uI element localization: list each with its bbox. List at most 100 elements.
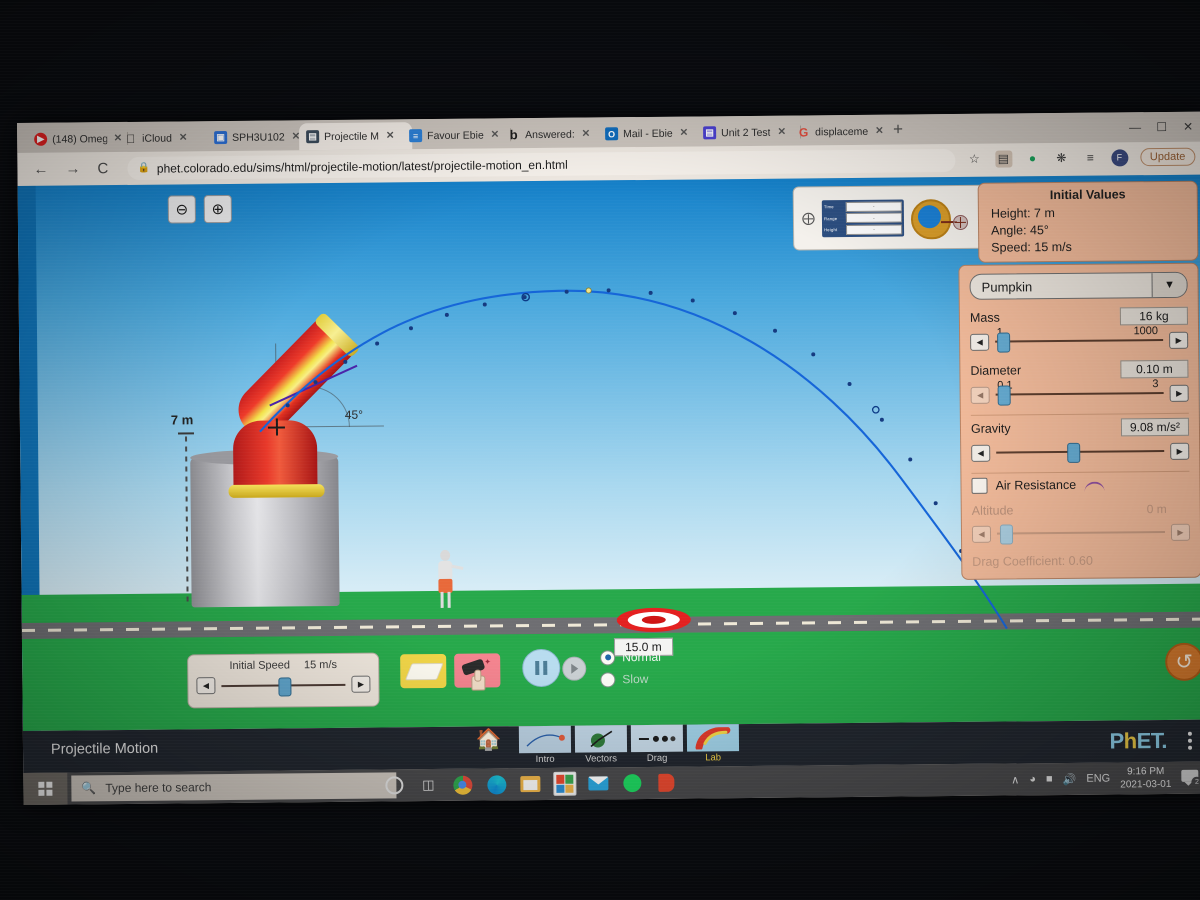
media-list-icon[interactable]: ≡ — [1082, 149, 1099, 166]
tab-close-icon[interactable]: ✕ — [179, 132, 187, 143]
initial-speed-increment-button[interactable]: ▶ — [351, 675, 371, 693]
step-forward-icon[interactable] — [562, 656, 587, 681]
chrome-icon[interactable] — [449, 772, 475, 798]
air-resistance-checkbox-row[interactable]: Air Resistance — [971, 476, 1189, 494]
classroom-icon: ▣ — [214, 130, 228, 145]
grammarly-icon[interactable]: ● — [1024, 150, 1041, 167]
browser-tab-projectile-motion[interactable]: ▤ Projectile M ✕ — [299, 122, 413, 151]
radio-slow-dot[interactable] — [600, 671, 616, 687]
cannon[interactable]: 45° — [219, 311, 395, 498]
spotify-icon[interactable] — [619, 770, 645, 796]
photo-of-monitor: ▶ (148) Omeg ✕  iCloud ✕ ▣ SPH3U102 ✕ ▤… — [0, 0, 1200, 900]
notifications-icon[interactable]: 2 — [1181, 769, 1200, 788]
diameter-increment-button[interactable]: ▶ — [1169, 384, 1189, 402]
air-resistance-checkbox[interactable] — [971, 477, 988, 494]
office-icon[interactable] — [653, 770, 679, 796]
window-minimize-button[interactable]: — — [1129, 120, 1141, 134]
forward-button[interactable]: → — [65, 160, 80, 177]
update-button[interactable]: Update — [1139, 147, 1196, 167]
reset-all-icon[interactable]: ↺ — [1165, 642, 1200, 682]
zoom-controls: ⊖ ⊕ — [167, 194, 232, 224]
microsoft-store-icon[interactable] — [551, 771, 577, 797]
gravity-increment-button[interactable]: ▶ — [1170, 442, 1190, 460]
edge-icon[interactable] — [483, 771, 509, 797]
tab-lab[interactable]: Lab — [686, 724, 740, 766]
diameter-slider[interactable]: 0.1 3 — [995, 378, 1164, 406]
mass-slider-knob[interactable] — [996, 332, 1010, 353]
measuring-tape-icon[interactable] — [910, 197, 969, 240]
home-screen-button[interactable]: 🏠 — [463, 726, 515, 768]
reload-button[interactable]: C — [97, 160, 108, 177]
gravity-slider[interactable] — [996, 443, 1165, 464]
browser-tab-icloud[interactable]:  iCloud ✕ — [117, 124, 219, 152]
zoom-in-icon[interactable]: ⊕ — [203, 194, 232, 224]
wifi-icon[interactable]: ◕ — [1029, 773, 1036, 785]
clock[interactable]: 9:16 PM 2021-03-01 — [1120, 765, 1171, 791]
tray-expand-icon[interactable]: ∧ — [1011, 773, 1019, 786]
diameter-slider-knob[interactable] — [997, 385, 1011, 406]
browser-tab-answered[interactable]: b Answered: ✕ — [500, 120, 610, 148]
gravity-decrement-button[interactable]: ◀ — [971, 444, 991, 462]
tab-close-icon[interactable]: ✕ — [582, 128, 590, 139]
phet-logo[interactable]: PhET. — [1109, 728, 1167, 755]
target-bullseye[interactable] — [616, 607, 691, 633]
eraser-icon[interactable] — [400, 653, 447, 689]
volume-icon[interactable]: 🔊 — [1063, 772, 1077, 785]
new-tab-button[interactable]: + — [893, 119, 903, 138]
mass-increment-button[interactable]: ▶ — [1169, 331, 1189, 349]
browser-tab-unit2-test[interactable]: ▤ Unit 2 Test ✕ — [696, 118, 802, 146]
extensions-icon[interactable]: ❋ — [1053, 149, 1070, 166]
projectile-type-dropdown[interactable]: Pumpkin ▼ — [969, 271, 1188, 300]
tab-drag[interactable]: Drag — [630, 724, 684, 767]
initial-height-line: Height: 7 m — [990, 205, 1055, 221]
tab-intro[interactable]: Intro — [518, 725, 572, 768]
measurement-readout[interactable]: Time - Range - Height - — [821, 198, 905, 237]
pause-icon[interactable] — [522, 648, 561, 688]
address-bar[interactable]: 🔒 phet.colorado.edu/sims/html/projectile… — [127, 148, 956, 180]
language-indicator[interactable]: ENG — [1086, 773, 1110, 785]
initial-speed-decrement-button[interactable]: ◀ — [196, 677, 216, 695]
gravity-slider-knob[interactable] — [1066, 443, 1080, 464]
tab-close-icon[interactable]: ✕ — [386, 130, 394, 141]
cortana-icon[interactable] — [381, 772, 407, 798]
mass-decrement-button[interactable]: ◀ — [970, 333, 990, 351]
radio-normal[interactable]: Normal — [600, 646, 661, 669]
windows-start-icon[interactable] — [23, 772, 68, 805]
youtube-icon: ▶ — [34, 132, 48, 146]
mail-icon[interactable] — [585, 770, 611, 796]
simulation-canvas: ⊖ ⊕ ⨁ Time - Range - Height - 7 m 45° 15… — [17, 174, 1200, 731]
tab-vectors[interactable]: Vectors — [574, 725, 628, 767]
initial-speed-slider[interactable] — [221, 676, 346, 697]
radio-slow[interactable]: Slow — [600, 668, 661, 691]
browser-tab-favour-ebie[interactable]: ≡ Favour Ebie ✕ — [402, 121, 512, 149]
cannon-pivot-crosshair[interactable] — [268, 418, 285, 435]
address-bar-url: phet.colorado.edu/sims/html/projectile-m… — [156, 157, 568, 176]
window-close-button[interactable]: ✕ — [1183, 120, 1193, 134]
crosshair-icon[interactable]: ⨁ — [802, 210, 815, 226]
mass-slider[interactable]: 1 1000 — [995, 325, 1164, 353]
chevron-down-icon[interactable]: ▼ — [1151, 272, 1187, 298]
tab-close-icon[interactable]: ✕ — [680, 128, 688, 139]
browser-tab-sph3u102[interactable]: ▣ SPH3U102 ✕ — [207, 123, 311, 151]
zoom-out-icon[interactable]: ⊖ — [167, 195, 196, 224]
browser-tab-displacement[interactable]: G displaceme ✕ — [790, 118, 899, 146]
profile-icon[interactable]: F — [1110, 148, 1128, 167]
file-explorer-icon[interactable] — [517, 771, 543, 797]
radio-normal-dot[interactable] — [600, 649, 616, 665]
diameter-decrement-button[interactable]: ◀ — [970, 386, 990, 404]
initial-speed-slider-knob[interactable] — [278, 676, 292, 697]
star-icon[interactable]: ☆ — [966, 150, 983, 167]
task-view-icon[interactable]: ◫ — [415, 772, 441, 798]
reading-list-icon[interactable]: ▤ — [994, 149, 1012, 168]
kebab-menu-icon[interactable] — [1187, 731, 1193, 750]
browser-tab-youtube[interactable]: ▶ (148) Omeg ✕ — [27, 125, 129, 153]
search-input[interactable]: 🔍 Type here to search — [71, 772, 397, 802]
browser-tab-mail[interactable]: O Mail - Ebie ✕ — [598, 119, 708, 147]
back-button[interactable]: ← — [33, 161, 48, 178]
window-maximize-button[interactable]: ☐ — [1156, 120, 1167, 134]
tab-close-icon[interactable]: ✕ — [875, 126, 883, 137]
tab-lab-label: Lab — [705, 752, 722, 764]
battery-icon[interactable]: ■ — [1046, 773, 1053, 785]
tab-close-icon[interactable]: ✕ — [777, 127, 785, 138]
tab-close-icon[interactable]: ✕ — [491, 129, 499, 140]
